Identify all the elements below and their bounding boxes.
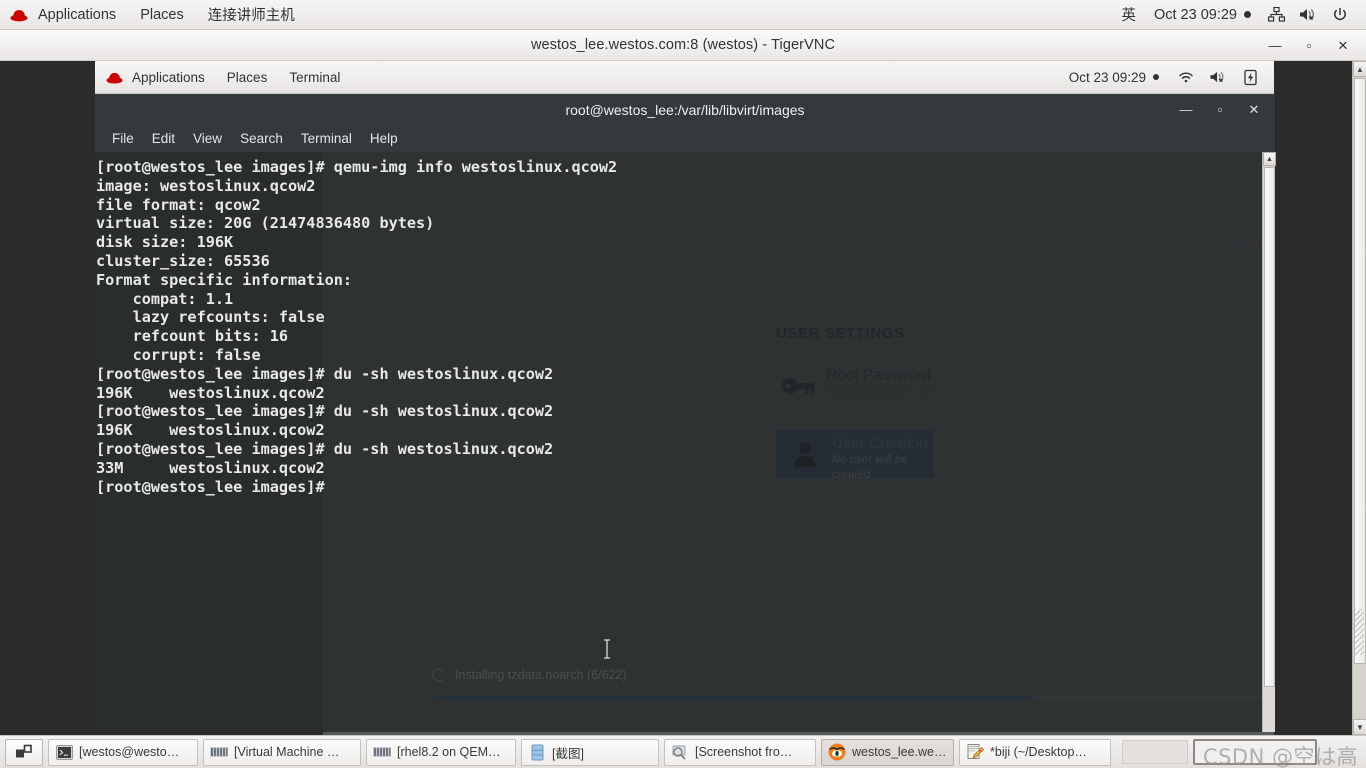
guest-clock[interactable]: Oct 23 09:29: [1058, 61, 1170, 93]
task-button-virtual-machine-manager[interactable]: [Virtual Machine …: [203, 738, 361, 766]
host-applications-menu[interactable]: Applications: [26, 0, 128, 29]
task-button-screenshot-folder-label: [截图]: [552, 746, 584, 761]
vnc-maximize-button[interactable]: ▫: [1292, 30, 1326, 61]
task-button-rhel82-vm-label: [rhel8.2 on QEM…: [397, 745, 501, 759]
terminal-menu-view[interactable]: View: [184, 125, 231, 152]
mouse-ibeam-cursor: [603, 639, 611, 659]
tray-applet[interactable]: [1193, 739, 1317, 765]
screen: Applications Places 连接讲师主机 英 Oct 23 09:2…: [0, 0, 1366, 768]
task-button-tigervnc[interactable]: westos_lee.west…: [821, 738, 954, 766]
gedit-icon: [966, 743, 984, 761]
host-top-bar: Applications Places 连接讲师主机 英 Oct 23 09:2…: [0, 0, 1366, 30]
vnc-scroll-grip-icon: [1355, 609, 1364, 655]
vnc-viewport[interactable]: Applications Places Terminal Oct 23 09:2…: [0, 61, 1352, 735]
terminal-close-button[interactable]: ✕: [1237, 94, 1271, 125]
vmm-icon: [210, 743, 228, 761]
host-clock-text: Oct 23 09:29: [1153, 6, 1237, 23]
task-button-screenshot-folder[interactable]: [截图]: [521, 738, 659, 766]
host-custom-menu[interactable]: 连接讲师主机: [196, 0, 307, 29]
terminal-menu-file[interactable]: File: [103, 125, 143, 152]
network-icon[interactable]: [1266, 5, 1286, 25]
terminal-scroll-up-arrow[interactable]: ▲: [1263, 152, 1276, 166]
task-button-gedit[interactable]: *biji (~/Desktop…: [959, 738, 1111, 766]
gnome-terminal-window: root@westos_lee:/var/lib/libvirt/images …: [95, 94, 1276, 732]
vnc-scroll-thumb[interactable]: [1354, 78, 1366, 664]
task-button-rhel82-vm[interactable]: [rhel8.2 on QEM…: [366, 738, 516, 766]
terminal-output-area[interactable]: [root@westos_lee images]# qemu-img info …: [95, 152, 1275, 732]
battery-icon[interactable]: [1240, 67, 1260, 87]
vnc-close-button[interactable]: ✕: [1326, 30, 1360, 61]
host-clock[interactable]: Oct 23 09:29: [1145, 0, 1260, 29]
guest-applications-menu[interactable]: Applications: [121, 61, 216, 93]
terminal-scrollbar[interactable]: ▲: [1262, 152, 1276, 732]
tigervnc-icon: [828, 743, 846, 761]
input-method-indicator[interactable]: 英: [1112, 0, 1145, 29]
guest-desktop: Applications Places Terminal Oct 23 09:2…: [0, 61, 1276, 735]
terminal-window-title: root@westos_lee:/var/lib/libvirt/images: [565, 101, 805, 118]
terminal-maximize-button[interactable]: ▫: [1203, 94, 1237, 125]
task-button-tigervnc-label: westos_lee.west…: [852, 745, 947, 759]
vnc-scroll-down-arrow[interactable]: ▼: [1353, 719, 1366, 735]
tray-placeholder: [1122, 740, 1188, 764]
terminal-menu-bar: File Edit View Search Terminal Help: [95, 125, 1275, 152]
terminal-title-bar: root@westos_lee:/var/lib/libvirt/images …: [95, 94, 1275, 125]
guest-desktop-background: [0, 61, 95, 735]
guest-top-bar: Applications Places Terminal Oct 23 09:2…: [95, 61, 1274, 94]
power-icon[interactable]: [1330, 5, 1350, 25]
terminal-menu-help[interactable]: Help: [361, 125, 407, 152]
task-button-screenshot-app[interactable]: [Screenshot fro…: [664, 738, 816, 766]
terminal-menu-terminal[interactable]: Terminal: [292, 125, 361, 152]
guest-terminal-menu[interactable]: Terminal: [278, 61, 351, 93]
terminal-menu-search[interactable]: Search: [231, 125, 292, 152]
guest-places-menu[interactable]: Places: [216, 61, 279, 93]
vmm-icon: [373, 743, 391, 761]
host-taskbar: [westos@westo… [Virtual Machine … [rhel8…: [0, 735, 1366, 768]
task-button-virtual-machine-manager-label: [Virtual Machine …: [234, 745, 340, 759]
task-button-screenshot-app-label: [Screenshot fro…: [695, 745, 793, 759]
files-icon: [528, 743, 546, 761]
terminal-menu-edit[interactable]: Edit: [143, 125, 184, 152]
guest-notification-dot-icon: [1153, 74, 1159, 80]
show-desktop-icon[interactable]: [5, 738, 43, 766]
tigervnc-window: westos_lee.westos.com:8 (westos) - Tiger…: [0, 30, 1366, 735]
vnc-scroll-up-arrow[interactable]: ▲: [1353, 61, 1366, 77]
guest-volume-muted-icon[interactable]: [1208, 67, 1228, 87]
task-button-gedit-label: *biji (~/Desktop…: [990, 745, 1087, 759]
task-button-terminal[interactable]: [westos@westo…: [48, 738, 198, 766]
guest-clock-text: Oct 23 09:29: [1068, 69, 1146, 85]
vnc-minimize-button[interactable]: —: [1258, 30, 1292, 61]
host-places-menu[interactable]: Places: [128, 0, 196, 29]
task-button-terminal-label: [westos@westo…: [79, 745, 180, 759]
vnc-window-title: westos_lee.westos.com:8 (westos) - Tiger…: [530, 37, 836, 53]
terminal-minimize-button[interactable]: —: [1169, 94, 1203, 125]
volume-muted-icon[interactable]: [1298, 5, 1318, 25]
wifi-icon[interactable]: [1176, 67, 1196, 87]
vnc-title-bar: westos_lee.westos.com:8 (westos) - Tiger…: [0, 30, 1366, 61]
notification-dot-icon: [1244, 11, 1251, 18]
terminal-icon: [55, 743, 73, 761]
terminal-text: [root@westos_lee images]# qemu-img info …: [96, 158, 618, 496]
terminal-scroll-thumb[interactable]: [1264, 167, 1275, 687]
vnc-scrollbar[interactable]: ▲ ▼: [1352, 61, 1366, 735]
screenshot-icon: [671, 743, 689, 761]
